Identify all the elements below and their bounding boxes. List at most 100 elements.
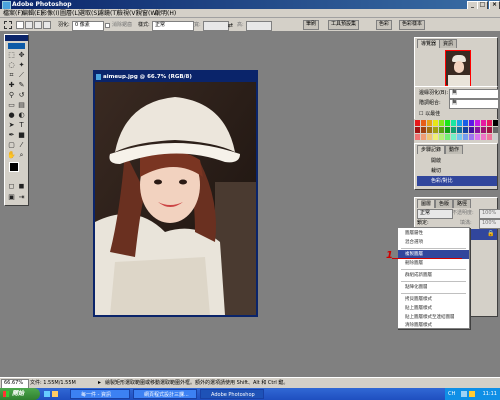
dodge-icon[interactable]: ◐ <box>17 111 26 120</box>
tab-layers[interactable]: 圖層 <box>417 199 436 208</box>
adobe-online-logo[interactable] <box>8 43 25 49</box>
blur-icon[interactable]: ● <box>7 111 16 120</box>
swatch-cell[interactable] <box>481 120 486 126</box>
antialias-checkbox[interactable] <box>105 23 110 28</box>
swatch-cell[interactable] <box>475 127 480 133</box>
gradient-icon[interactable]: ▤ <box>17 101 26 110</box>
swatch-cell[interactable] <box>433 127 438 133</box>
edge-feather-select[interactable]: 無 <box>449 89 499 99</box>
swatch-cell[interactable] <box>439 120 444 126</box>
crop-icon[interactable]: ⌗ <box>7 71 16 80</box>
menu-edit[interactable]: 編輯(E) <box>22 10 42 17</box>
tab-channels[interactable]: 色版 <box>435 199 454 208</box>
feather-input[interactable]: 0 像素 <box>72 21 104 31</box>
swatch-cell[interactable] <box>457 120 462 126</box>
zoom-icon[interactable]: ⌕ <box>17 151 26 160</box>
eraser-icon[interactable]: ▭ <box>7 101 16 110</box>
width-input[interactable] <box>203 21 229 31</box>
jump-to-imageready-icon[interactable]: ⇥ <box>17 193 26 202</box>
swatch-cell[interactable] <box>487 127 492 133</box>
best-quality-option[interactable]: ☐ 以最佳 <box>419 110 440 118</box>
swatch-cell[interactable] <box>427 120 432 126</box>
tab-navigator[interactable]: 導覽器 <box>417 39 441 48</box>
clone-stamp-icon[interactable]: ⚲ <box>7 91 16 100</box>
lasso-icon[interactable]: ◌ <box>7 61 16 70</box>
history-brush-icon[interactable]: ↺ <box>17 91 26 100</box>
toolbox-titlebar[interactable] <box>5 35 28 41</box>
swatch-cell[interactable] <box>493 120 498 126</box>
foreground-color-swatch[interactable] <box>9 162 19 172</box>
brush-icon[interactable]: ✎ <box>17 81 26 90</box>
selection-mode-subtract-icon[interactable] <box>34 21 42 29</box>
ctx-clear-layer-style[interactable]: 清除圖層樣式 <box>398 321 469 330</box>
menu-file[interactable]: 檔案(F) <box>3 10 23 17</box>
swatch-cell[interactable] <box>481 127 486 133</box>
hand-icon[interactable]: ✋ <box>7 151 16 160</box>
swatch-cell[interactable] <box>493 127 498 133</box>
swatch-cell[interactable] <box>445 134 450 140</box>
magic-wand-icon[interactable]: ✦ <box>17 61 26 70</box>
task-item-1[interactable]: 每一件 - 資訊 <box>70 389 130 399</box>
menu-view[interactable]: 檢視(V) <box>117 10 138 17</box>
swatch-cell[interactable] <box>433 134 438 140</box>
history-item-open[interactable]: 開啟 <box>417 156 497 166</box>
selection-mode-new-icon[interactable] <box>16 21 24 29</box>
tone-combo-select[interactable]: 無 <box>449 99 499 109</box>
quicklaunch-desktop-icon[interactable] <box>52 391 58 397</box>
swatch-cell[interactable] <box>469 120 474 126</box>
ctx-delete-layer[interactable]: 刪除圖層 <box>398 259 469 268</box>
ctx-copy-layer-style[interactable]: 拷貝圖層樣式 <box>398 295 469 304</box>
palette-well-color[interactable]: 色彩 <box>376 20 393 30</box>
tray-volume-icon[interactable] <box>469 391 475 397</box>
swatch-cell[interactable] <box>475 120 480 126</box>
photo-canvas[interactable] <box>95 82 256 315</box>
swatch-cell[interactable] <box>463 120 468 126</box>
menu-select[interactable]: 選取(S) <box>79 10 100 17</box>
swatches-grid[interactable] <box>414 119 498 143</box>
height-input[interactable] <box>246 21 272 31</box>
tray-network-icon[interactable] <box>461 391 467 397</box>
swatch-cell[interactable] <box>445 120 450 126</box>
marquee-tool-icon[interactable] <box>4 21 12 29</box>
slice-icon[interactable]: ⟋ <box>17 71 26 80</box>
opacity-input[interactable]: 100% <box>479 209 500 219</box>
status-arrow-icon[interactable]: ▸ <box>98 380 103 386</box>
swatch-cell[interactable] <box>475 134 480 140</box>
tab-history[interactable]: 步驟記錄 <box>417 145 446 154</box>
menu-image[interactable]: 影像(I) <box>41 10 59 17</box>
swatch-cell[interactable] <box>457 134 462 140</box>
language-indicator[interactable]: CH <box>448 388 455 400</box>
move-icon[interactable]: ✥ <box>17 51 26 60</box>
menu-help[interactable]: 說明(H) <box>155 10 176 17</box>
marquee-icon[interactable]: ⬚ <box>7 51 16 60</box>
swatch-cell[interactable] <box>451 120 456 126</box>
task-item-2[interactable]: 網頁程式設計三課... <box>133 389 197 399</box>
selection-mode-intersect-icon[interactable] <box>43 21 51 29</box>
swatch-cell[interactable] <box>445 127 450 133</box>
swatch-cell[interactable] <box>451 134 456 140</box>
swatch-cell[interactable] <box>463 134 468 140</box>
navigator-thumbnail[interactable] <box>445 50 471 87</box>
swatch-cell[interactable] <box>487 120 492 126</box>
healing-brush-icon[interactable]: ✚ <box>7 81 16 90</box>
task-item-photoshop[interactable]: Adobe Photoshop <box>200 389 264 399</box>
fill-input[interactable]: 100% <box>479 219 500 229</box>
ctx-blending-options[interactable]: 混合選項 <box>398 238 469 247</box>
palette-well-swatches[interactable]: 色彩樣本 <box>399 20 426 30</box>
tab-actions[interactable]: 動作 <box>445 145 464 154</box>
tab-info[interactable]: 資訊 <box>439 39 458 48</box>
swatch-cell[interactable] <box>493 134 498 140</box>
document-titlebar[interactable]: aimeup.jpg @ 66.7% (RGB/8) <box>95 72 256 82</box>
path-selection-icon[interactable]: ➤ <box>7 121 16 130</box>
history-item-color-contrast[interactable]: 色彩/對比 <box>417 176 497 186</box>
palette-well-tool-presets[interactable]: 工具預設集 <box>328 20 360 30</box>
swatch-cell[interactable] <box>487 134 492 140</box>
start-button[interactable]: 開始 <box>0 388 40 400</box>
swatch-cell[interactable] <box>421 134 426 140</box>
standard-mode-icon[interactable]: ◻ <box>7 182 16 191</box>
swatch-cell[interactable] <box>427 134 432 140</box>
swatch-cell[interactable] <box>469 127 474 133</box>
swatch-cell[interactable] <box>421 127 426 133</box>
swatch-cell[interactable] <box>433 120 438 126</box>
swatch-cell[interactable] <box>415 127 420 133</box>
